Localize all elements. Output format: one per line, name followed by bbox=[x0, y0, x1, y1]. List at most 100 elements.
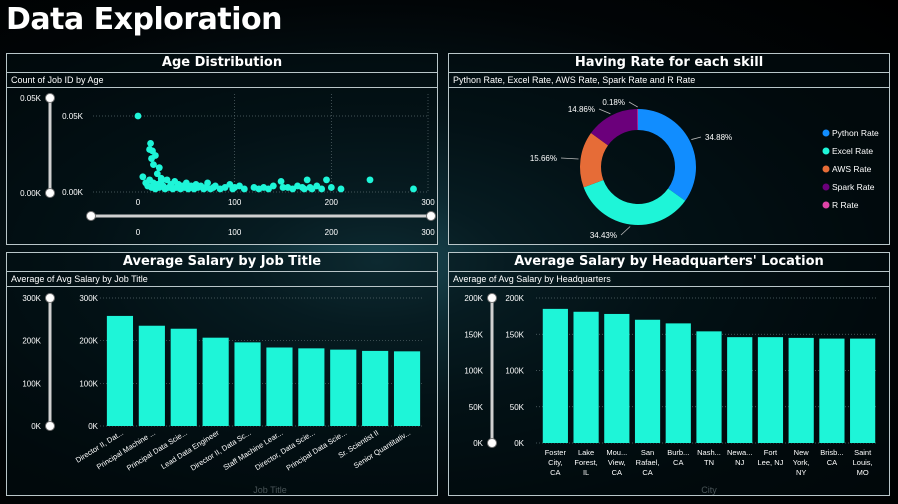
data-point[interactable] bbox=[147, 139, 154, 147]
data-point[interactable] bbox=[327, 184, 335, 191]
salary-by-hq-panel[interactable]: Average Salary by Headquarters' Location… bbox=[448, 252, 890, 496]
data-point[interactable] bbox=[269, 182, 277, 190]
slider-tick-label: 0.05K bbox=[20, 94, 42, 103]
bar[interactable] bbox=[727, 337, 753, 443]
legend-marker bbox=[822, 165, 830, 173]
slider-tick-label: 0 bbox=[136, 228, 141, 237]
slider-handle-top[interactable] bbox=[45, 293, 55, 303]
x-tick-label: 200 bbox=[325, 198, 339, 207]
y-tick-label: 200K bbox=[505, 294, 524, 303]
slider-handle-top[interactable] bbox=[45, 93, 55, 103]
x-tick-label: Rafael, bbox=[636, 458, 660, 467]
bar[interactable] bbox=[634, 319, 661, 443]
bar[interactable] bbox=[170, 328, 197, 426]
slice-data-label: 0.18% bbox=[602, 98, 625, 107]
bar[interactable] bbox=[266, 347, 293, 426]
bar[interactable] bbox=[604, 313, 630, 443]
age-scatter-chart: 0.00K 0.05K 0.00K 0.05K 0 100 200 300 0 100 200 300 bbox=[20, 93, 436, 237]
y-tick-label: 100K bbox=[505, 367, 524, 376]
data-point[interactable] bbox=[204, 179, 212, 187]
bar[interactable] bbox=[362, 350, 389, 426]
bar[interactable] bbox=[330, 349, 357, 426]
data-point[interactable] bbox=[155, 164, 163, 172]
x-tick-label: San bbox=[641, 448, 654, 457]
data-point[interactable] bbox=[318, 185, 326, 193]
data-point[interactable] bbox=[240, 185, 248, 193]
slider-handle-left[interactable] bbox=[86, 211, 96, 221]
y-tick-label: 300K bbox=[79, 294, 98, 303]
x-tick-label: View, bbox=[608, 458, 626, 467]
bar[interactable] bbox=[542, 308, 568, 443]
slider-tick-label: 0K bbox=[473, 439, 483, 448]
age-distribution-panel[interactable]: Age Distribution Count of Job ID by Age … bbox=[6, 53, 438, 245]
slider-tick-label: 0K bbox=[31, 422, 41, 431]
leader-line bbox=[628, 101, 638, 108]
data-point[interactable] bbox=[277, 177, 285, 185]
x-tick-label: City, bbox=[548, 458, 562, 467]
legend-label[interactable]: Python Rate bbox=[832, 128, 879, 138]
legend-marker bbox=[822, 129, 830, 137]
bar[interactable] bbox=[757, 337, 784, 443]
slider-tick-label: 100K bbox=[22, 379, 41, 388]
x-tick-label: Nash... bbox=[697, 448, 721, 457]
job-salary-bar-chart: 0K100K200K300K0K100K200K300KDirector II,… bbox=[22, 293, 423, 495]
x-tick-label: 100 bbox=[228, 198, 242, 207]
x-tick-label: NY bbox=[796, 468, 806, 477]
x-tick-label: Mou... bbox=[606, 448, 627, 457]
legend-label[interactable]: Spark Rate bbox=[832, 182, 875, 192]
salary-by-job-panel[interactable]: Average Salary by Job Title Average of A… bbox=[6, 252, 438, 496]
x-tick-label: CA bbox=[827, 458, 837, 467]
legend-label[interactable]: Excel Rate bbox=[832, 146, 873, 156]
y-tick-label: 0K bbox=[514, 439, 524, 448]
leader-line bbox=[598, 108, 611, 115]
slider-tick-label: 150K bbox=[464, 330, 483, 339]
skill-rate-panel[interactable]: Having Rate for each skill Python Rate, … bbox=[448, 53, 890, 245]
bar[interactable] bbox=[202, 337, 229, 426]
data-point[interactable] bbox=[337, 185, 345, 193]
data-point[interactable] bbox=[410, 185, 417, 193]
data-point[interactable] bbox=[134, 112, 142, 120]
donut-slice[interactable] bbox=[638, 109, 696, 201]
x-tick-label: Lake bbox=[578, 448, 594, 457]
slider-handle-top[interactable] bbox=[487, 293, 497, 303]
x-axis-title: Job Title bbox=[253, 485, 287, 495]
data-point[interactable] bbox=[150, 161, 157, 169]
bar[interactable] bbox=[788, 337, 814, 443]
x-tick-label: Newa... bbox=[727, 448, 752, 457]
legend-marker bbox=[822, 147, 830, 155]
x-tick-label: IL bbox=[583, 468, 589, 477]
bar[interactable] bbox=[850, 338, 876, 443]
data-point[interactable] bbox=[152, 152, 159, 159]
bar[interactable] bbox=[665, 323, 691, 443]
bar[interactable] bbox=[234, 342, 261, 426]
x-tick-label: Brisb... bbox=[820, 448, 843, 457]
data-point[interactable] bbox=[366, 176, 374, 184]
hq-salary-bar-chart: 0K 50K 100K 150K 200K 0K 50K 100K 150K 200K Foster… bbox=[464, 293, 878, 495]
slider-tick-label: 200 bbox=[325, 228, 339, 237]
data-point[interactable] bbox=[139, 173, 147, 181]
bar[interactable] bbox=[696, 331, 722, 443]
slider-tick-label: 200K bbox=[22, 337, 41, 346]
slider-handle-right[interactable] bbox=[426, 211, 436, 221]
legend-label[interactable]: AWS Rate bbox=[832, 164, 872, 174]
leader-line bbox=[691, 136, 702, 140]
x-tick-label: Louis, bbox=[853, 458, 873, 467]
data-point[interactable] bbox=[323, 176, 330, 184]
bar[interactable] bbox=[298, 348, 325, 426]
x-tick-label: TN bbox=[704, 458, 714, 467]
slice-data-label: 34.88% bbox=[705, 133, 732, 142]
x-tick-label: New bbox=[794, 448, 810, 457]
bar[interactable] bbox=[819, 338, 845, 443]
x-tick-label: Lee, NJ bbox=[758, 458, 784, 467]
bar[interactable] bbox=[573, 311, 599, 443]
bar[interactable] bbox=[393, 351, 421, 426]
data-point[interactable] bbox=[300, 185, 308, 193]
legend-marker bbox=[822, 183, 830, 191]
legend-label[interactable]: R Rate bbox=[832, 200, 859, 210]
bar[interactable] bbox=[106, 315, 134, 426]
slider-handle-bottom[interactable] bbox=[487, 438, 497, 448]
bar[interactable] bbox=[138, 325, 165, 426]
data-point[interactable] bbox=[303, 176, 311, 184]
slider-handle-bottom[interactable] bbox=[45, 188, 55, 198]
slider-handle-bottom[interactable] bbox=[45, 421, 55, 431]
